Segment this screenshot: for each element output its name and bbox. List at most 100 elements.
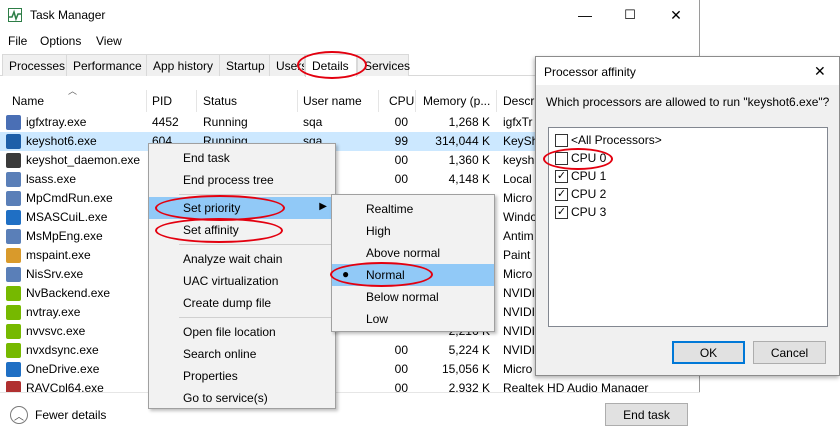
dialog-question: Which processors are allowed to run "key… xyxy=(546,95,830,109)
tab-startup[interactable]: Startup xyxy=(219,54,272,76)
process-icon xyxy=(6,248,21,263)
cell-cpu: 00 xyxy=(394,153,408,167)
task-manager-icon xyxy=(8,8,22,22)
title-bar[interactable]: Task Manager — ☐ ✕ xyxy=(0,0,700,30)
tab-processes[interactable]: Processes xyxy=(2,54,73,76)
cell-cpu: 99 xyxy=(394,134,408,148)
processor-item[interactable]: ✓ CPU 3 xyxy=(555,204,815,220)
cancel-button[interactable]: Cancel xyxy=(753,341,826,364)
maximize-button[interactable]: ☐ xyxy=(607,0,653,30)
process-icon xyxy=(6,286,21,301)
processor-list: <All Processors> CPU 0 ✓ CPU 1 ✓ CPU 2 ✓ CPU 3 xyxy=(548,127,828,327)
chevron-up-icon[interactable]: ︿ xyxy=(10,406,28,424)
priority-low[interactable]: Low xyxy=(332,308,494,330)
process-name: igfxtray.exe xyxy=(26,115,87,129)
processor-item[interactable]: CPU 0 xyxy=(555,150,815,166)
process-icon xyxy=(6,210,21,225)
cell-mem: 1,268 K xyxy=(448,115,490,129)
menu-set-affinity[interactable]: Set affinity xyxy=(149,219,335,241)
priority-high[interactable]: High xyxy=(332,220,494,242)
tab-app-history[interactable]: App history xyxy=(146,54,221,76)
menu-search-online[interactable]: Search online xyxy=(149,343,335,365)
priority-normal[interactable]: ● Normal xyxy=(332,264,494,286)
minimize-button[interactable]: — xyxy=(562,0,608,30)
tab-performance[interactable]: Performance xyxy=(66,54,149,76)
close-button[interactable]: ✕ xyxy=(653,0,699,30)
cell-cpu: 00 xyxy=(394,115,408,129)
processor-label: <All Processors> xyxy=(571,133,662,147)
process-name: nvvsvc.exe xyxy=(26,324,86,338)
window-title: Task Manager xyxy=(30,8,106,22)
tab-details[interactable]: Details xyxy=(305,54,357,77)
radio-bullet-icon: ● xyxy=(342,267,350,281)
cell-user: sqa xyxy=(303,115,323,129)
process-icon xyxy=(6,172,21,187)
process-name: keyshot_daemon.exe xyxy=(26,153,141,167)
menu-bar: File Options View xyxy=(0,31,700,51)
menu-set-priority[interactable]: Set priority ▶ xyxy=(149,197,335,219)
priority-above-normal[interactable]: Above normal xyxy=(332,242,494,264)
process-name: nvxdsync.exe xyxy=(26,343,99,357)
checkbox-checked-icon[interactable]: ✓ xyxy=(555,170,568,183)
processor-label: CPU 0 xyxy=(571,151,607,165)
process-icon xyxy=(6,153,21,168)
process-icon xyxy=(6,267,21,282)
menu-go-to-services[interactable]: Go to service(s) xyxy=(149,387,335,409)
process-name: OneDrive.exe xyxy=(26,362,100,376)
process-icon xyxy=(6,115,21,130)
processor-label: CPU 1 xyxy=(571,169,607,183)
priority-realtime[interactable]: Realtime xyxy=(332,198,494,220)
checkbox-checked-icon[interactable]: ✓ xyxy=(555,206,568,219)
checkbox-unchecked-icon[interactable] xyxy=(555,134,568,147)
priority-below-normal[interactable]: Below normal xyxy=(332,286,494,308)
menu-view[interactable]: View xyxy=(96,34,122,48)
process-name: MpCmdRun.exe xyxy=(26,191,113,205)
cell-cpu: 00 xyxy=(394,343,408,357)
process-name: MsMpEng.exe xyxy=(26,229,103,243)
fewer-details-link[interactable]: Fewer details xyxy=(35,408,106,422)
cell-mem: 314,044 K xyxy=(435,134,490,148)
process-name: mspaint.exe xyxy=(26,248,91,262)
cell-status: Running xyxy=(203,115,248,129)
menu-end-task[interactable]: End task xyxy=(149,147,335,169)
ok-button[interactable]: OK xyxy=(672,341,745,364)
processor-affinity-dialog: Processor affinity ✕ Which processors ar… xyxy=(535,56,840,376)
process-icon xyxy=(6,324,21,339)
checkbox-unchecked-icon[interactable] xyxy=(555,152,568,165)
priority-submenu: Realtime High Above normal ● Normal Below… xyxy=(331,194,495,332)
menu-create-dump-file[interactable]: Create dump file xyxy=(149,292,335,314)
cell-mem: 15,056 K xyxy=(441,362,490,376)
menu-uac-virtualization[interactable]: UAC virtualization xyxy=(149,270,335,292)
process-name: MSASCuiL.exe xyxy=(26,210,108,224)
dialog-title: Processor affinity xyxy=(544,65,636,79)
menu-analyze-wait-chain[interactable]: Analyze wait chain xyxy=(149,248,335,270)
process-icon xyxy=(6,134,21,149)
process-name: NisSrv.exe xyxy=(26,267,84,281)
processor-item[interactable]: ✓ CPU 2 xyxy=(555,186,815,202)
cell-mem: 1,360 K xyxy=(448,153,490,167)
end-task-button[interactable]: End task xyxy=(605,403,688,426)
tab-users[interactable]: Users xyxy=(269,54,305,76)
processor-label: CPU 3 xyxy=(571,205,607,219)
tab-services[interactable]: Services xyxy=(357,54,410,76)
process-icon xyxy=(6,305,21,320)
checkbox-checked-icon[interactable]: ✓ xyxy=(555,188,568,201)
dialog-close-icon[interactable]: ✕ xyxy=(814,63,826,80)
menu-open-file-location[interactable]: Open file location xyxy=(149,321,335,343)
menu-end-process-tree[interactable]: End process tree xyxy=(149,169,335,191)
submenu-arrow-icon: ▶ xyxy=(319,201,327,212)
processor-item[interactable]: ✓ CPU 1 xyxy=(555,168,815,184)
process-name: lsass.exe xyxy=(26,172,77,186)
process-name: NvBackend.exe xyxy=(26,286,111,300)
sort-up-icon[interactable]: ︿ xyxy=(68,84,77,97)
menu-file[interactable]: File xyxy=(8,34,27,48)
menu-options[interactable]: Options xyxy=(40,34,81,48)
process-name: keyshot6.exe xyxy=(26,134,97,148)
process-icon xyxy=(6,343,21,358)
dialog-title-bar[interactable]: Processor affinity ✕ xyxy=(536,57,839,85)
processor-item[interactable]: <All Processors> xyxy=(555,132,815,148)
cell-cpu: 00 xyxy=(394,362,408,376)
menu-properties[interactable]: Properties xyxy=(149,365,335,387)
cell-pid: 4452 xyxy=(152,115,179,129)
cell-mem: 5,224 K xyxy=(448,343,490,357)
